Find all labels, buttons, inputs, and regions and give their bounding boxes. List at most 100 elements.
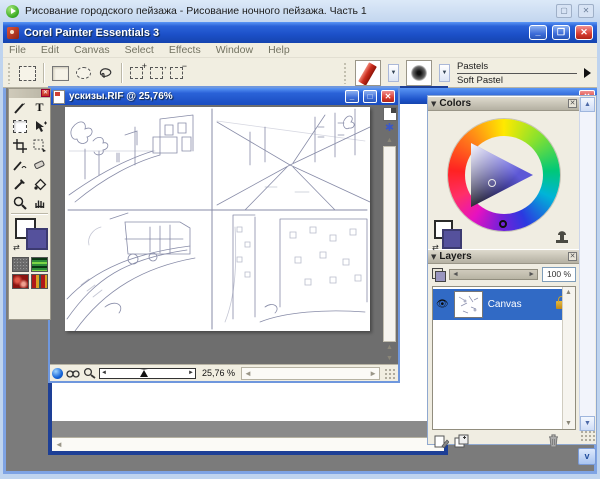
- colors-panel-close-button[interactable]: ✕: [568, 99, 577, 108]
- collapse-triangle-icon[interactable]: ▼: [431, 253, 436, 261]
- cloner-tool-button[interactable]: [10, 155, 30, 174]
- brushbar-grip[interactable]: [343, 62, 348, 84]
- client-scroll-down-icon[interactable]: v: [578, 448, 596, 465]
- zoom-in-icon[interactable]: ►: [188, 369, 194, 377]
- delete-layer-trash-icon[interactable]: [547, 433, 560, 448]
- palette-scrollbar[interactable]: ▲ ▼: [579, 97, 595, 431]
- palette-scroll-down-icon[interactable]: ▼: [580, 416, 595, 431]
- scroll-left-icon[interactable]: ◄: [55, 440, 63, 449]
- brush-category-well[interactable]: [355, 60, 381, 86]
- add-selection-mode-button[interactable]: ˖: [150, 67, 163, 79]
- zoom-slider-thumb[interactable]: [140, 369, 148, 377]
- menu-select[interactable]: Select: [125, 44, 154, 56]
- doc-vertical-scrollbar[interactable]: [383, 146, 396, 342]
- look-selector[interactable]: [31, 274, 48, 289]
- brush-category-dropdown[interactable]: ▼: [388, 64, 399, 82]
- outer-close-button[interactable]: ✕: [578, 4, 594, 18]
- menu-window[interactable]: Window: [216, 44, 253, 56]
- menu-edit[interactable]: Edit: [41, 44, 59, 56]
- doc-close-button[interactable]: ✕: [381, 90, 395, 103]
- main-color-swatches[interactable]: ⇄: [13, 217, 46, 255]
- collapse-triangle-icon[interactable]: ▼: [431, 100, 436, 108]
- new-layer-icon[interactable]: [434, 434, 449, 448]
- layer-list-down-icon[interactable]: ▼: [563, 418, 574, 429]
- zoom-out-icon[interactable]: ◄: [101, 369, 107, 377]
- rect-selection-button[interactable]: [52, 66, 69, 81]
- crop-tool-button[interactable]: [10, 136, 30, 155]
- canvas[interactable]: [65, 107, 370, 331]
- menu-canvas[interactable]: Canvas: [74, 44, 110, 56]
- layer-visibility-icon[interactable]: 👁︎: [436, 299, 449, 310]
- layers-panel-close-button[interactable]: ✕: [568, 252, 577, 261]
- layer-row-canvas[interactable]: 👁︎ Canvas: [433, 289, 575, 320]
- duplicate-layer-icon[interactable]: [454, 434, 470, 448]
- document-resize-grip[interactable]: [383, 367, 396, 380]
- zoom-slider[interactable]: ◄ ►: [99, 368, 196, 379]
- page-corner-icon[interactable]: [383, 107, 397, 121]
- dropper-tool-button[interactable]: [10, 174, 30, 193]
- panel-color-swatches[interactable]: ⇄: [432, 219, 472, 253]
- grabber-tool-button[interactable]: [30, 193, 50, 212]
- layer-commands-icon[interactable]: [432, 268, 445, 281]
- paper-selector[interactable]: [12, 257, 29, 272]
- close-button[interactable]: ✕: [575, 25, 593, 40]
- clone-color-stamp-icon[interactable]: [554, 227, 570, 244]
- layer-list-up-icon[interactable]: ▲: [563, 287, 574, 298]
- outer-maximize-button[interactable]: ▢: [556, 4, 572, 18]
- toolbar-grip[interactable]: [7, 62, 12, 84]
- binoculars-icon[interactable]: [66, 368, 80, 379]
- magnifier-icon[interactable]: [83, 367, 96, 379]
- document-titlebar[interactable]: ускизы.RIF @ 25,76% _ □ ✕: [50, 88, 398, 105]
- menu-effects[interactable]: Effects: [169, 44, 201, 56]
- brush-tool-button[interactable]: [10, 98, 30, 117]
- panel-swap-icon[interactable]: ⇄: [432, 243, 439, 252]
- palette-scroll-up-icon[interactable]: ▲: [580, 97, 595, 112]
- text-tool-button[interactable]: T: [30, 98, 50, 117]
- navigator-icon[interactable]: [52, 368, 63, 379]
- rect-select-tool-button[interactable]: [10, 117, 30, 136]
- new-selection-mode-button[interactable]: +: [130, 67, 143, 79]
- colors-panel-header[interactable]: ▼ Colors ✕: [428, 96, 580, 111]
- swap-colors-icon[interactable]: ⇄: [13, 243, 20, 252]
- layer-list[interactable]: 👁︎ Canvas ▲ ▼: [432, 286, 576, 430]
- gradient-selector[interactable]: [31, 257, 48, 272]
- magnifier-tool-button[interactable]: [10, 193, 30, 212]
- sv-marker[interactable]: [488, 179, 496, 187]
- panel-secondary-swatch[interactable]: [442, 229, 462, 249]
- layer-list-scrollbar[interactable]: ▲ ▼: [562, 287, 575, 429]
- hue-marker[interactable]: [499, 220, 507, 228]
- oval-selection-button[interactable]: [76, 67, 91, 79]
- brush-flyout-arrow[interactable]: [584, 68, 591, 78]
- palette-resize-grip[interactable]: [580, 430, 595, 443]
- menu-help[interactable]: Help: [268, 44, 290, 56]
- restore-button[interactable]: ❐: [552, 25, 570, 40]
- tracing-paper-icon[interactable]: ✱: [384, 122, 396, 134]
- brush-variant-well[interactable]: [406, 60, 432, 86]
- brush-variant-dropdown[interactable]: ▼: [439, 64, 450, 82]
- selection-tool-icon[interactable]: [19, 66, 36, 81]
- app-titlebar[interactable]: Corel Painter Essentials 3 _ ❐ ✕: [3, 22, 597, 43]
- bgdoc-horizontal-scrollbar[interactable]: ◄ ►: [52, 437, 444, 451]
- layer-adjuster-tool-button[interactable]: [30, 117, 50, 136]
- color-wheel[interactable]: [448, 119, 560, 231]
- secondary-color-swatch[interactable]: [26, 228, 48, 250]
- lasso-selection-button[interactable]: [98, 66, 114, 80]
- toolbox-close-button[interactable]: ✕: [41, 89, 50, 97]
- brush-selector-labels[interactable]: Pastels Soft Pastel: [457, 61, 577, 86]
- doc-hscroll-right-icon[interactable]: ►: [369, 369, 377, 378]
- doc-vscroll-down-icon[interactable]: ▼: [384, 353, 395, 364]
- opacity-right-icon[interactable]: ►: [528, 270, 535, 279]
- opacity-left-icon[interactable]: ◄: [452, 270, 459, 279]
- paint-bucket-tool-button[interactable]: [30, 174, 50, 193]
- toolbox-titlebar[interactable]: ✕: [9, 89, 50, 98]
- transform-tool-button[interactable]: [30, 136, 50, 155]
- pattern-selector[interactable]: [12, 274, 29, 289]
- eraser-tool-button[interactable]: [30, 155, 50, 174]
- subtract-selection-mode-button[interactable]: −: [170, 67, 183, 79]
- minimize-button[interactable]: _: [529, 25, 547, 40]
- doc-hscroll-left-icon[interactable]: ◄: [244, 369, 252, 378]
- doc-maximize-button[interactable]: □: [363, 90, 377, 103]
- opacity-slider[interactable]: ◄►: [449, 269, 538, 280]
- document-horizontal-scrollbar[interactable]: ◄ ►: [241, 367, 380, 380]
- doc-vscroll-up-icon[interactable]: ▲: [384, 135, 395, 146]
